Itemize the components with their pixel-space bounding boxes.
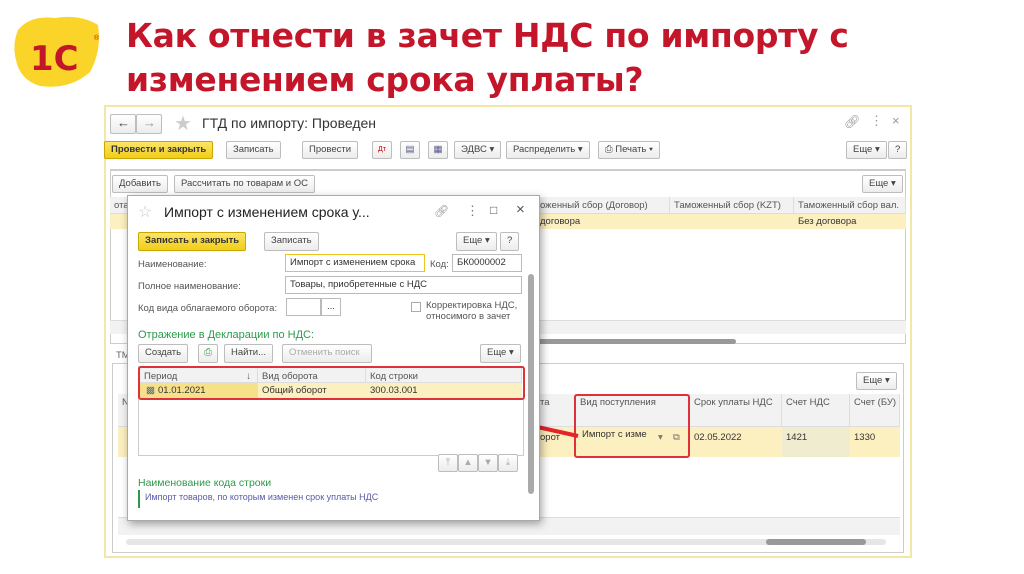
move-first-icon[interactable]: ⤒ xyxy=(438,454,458,472)
table-more-button[interactable]: Еще ▾ xyxy=(480,344,521,363)
correction-checkbox[interactable] xyxy=(411,302,421,312)
fullname-input[interactable]: Товары, приобретенные с НДС xyxy=(285,276,522,294)
code-input[interactable]: БК0000002 xyxy=(452,254,522,272)
highlight-declaration-row xyxy=(138,366,525,400)
correction-label-2: относимого в зачет xyxy=(426,311,511,322)
turnover-label: Код вида облагаемого оборота: xyxy=(138,303,278,314)
move-down-icon[interactable]: ▼ xyxy=(478,454,498,472)
more-button[interactable]: Еще ▾ xyxy=(456,232,497,251)
more-label: Еще xyxy=(463,235,483,246)
name-input[interactable]: Импорт с изменением срока xyxy=(285,254,425,272)
vertical-scrollbar[interactable] xyxy=(528,274,534,494)
favorite-star-icon[interactable]: ☆ xyxy=(138,202,152,222)
help-button[interactable]: ? xyxy=(500,232,520,251)
close-icon[interactable]: × xyxy=(516,201,525,218)
find-button[interactable]: Найти... xyxy=(224,344,274,363)
name-label: Наименование: xyxy=(138,259,207,270)
code-name-title: Наименование кода строки xyxy=(138,477,272,489)
maximize-icon[interactable]: □ xyxy=(490,203,497,217)
correction-label: Корректировка НДС, относимого в зачет xyxy=(426,300,517,322)
fullname-label: Полное наименование: xyxy=(138,281,241,292)
create-button[interactable]: Создать xyxy=(138,344,189,363)
move-last-icon[interactable]: ⤓ xyxy=(498,454,518,472)
move-up-icon[interactable]: ▲ xyxy=(458,454,478,472)
menu-icon[interactable]: ⋮ xyxy=(466,203,479,219)
save-close-button[interactable]: Записать и закрыть xyxy=(138,232,247,251)
turnover-input[interactable] xyxy=(286,298,321,316)
save-button[interactable]: Записать xyxy=(264,232,319,251)
section-title: Отражение в Декларации по НДС: xyxy=(138,329,315,341)
copy-icon[interactable]: ⎙ xyxy=(198,344,218,363)
code-name-text: Импорт товаров, по которым изменен срок … xyxy=(145,492,379,502)
dialog-title: Импорт с изменением срока у... xyxy=(164,204,370,220)
turnover-select-button[interactable]: ... xyxy=(321,298,341,316)
code-label: Код: xyxy=(430,259,449,270)
table-more-label: Еще xyxy=(487,347,507,358)
link-icon[interactable]: 🔗︎ xyxy=(434,204,449,218)
dialog-window: ☆ Импорт с изменением срока у... 🔗︎ ⋮ □ … xyxy=(127,195,540,521)
correction-label-1: Корректировка НДС, xyxy=(426,300,518,311)
code-name-bar xyxy=(138,490,140,508)
cancel-search-button[interactable]: Отменить поиск xyxy=(282,344,372,363)
